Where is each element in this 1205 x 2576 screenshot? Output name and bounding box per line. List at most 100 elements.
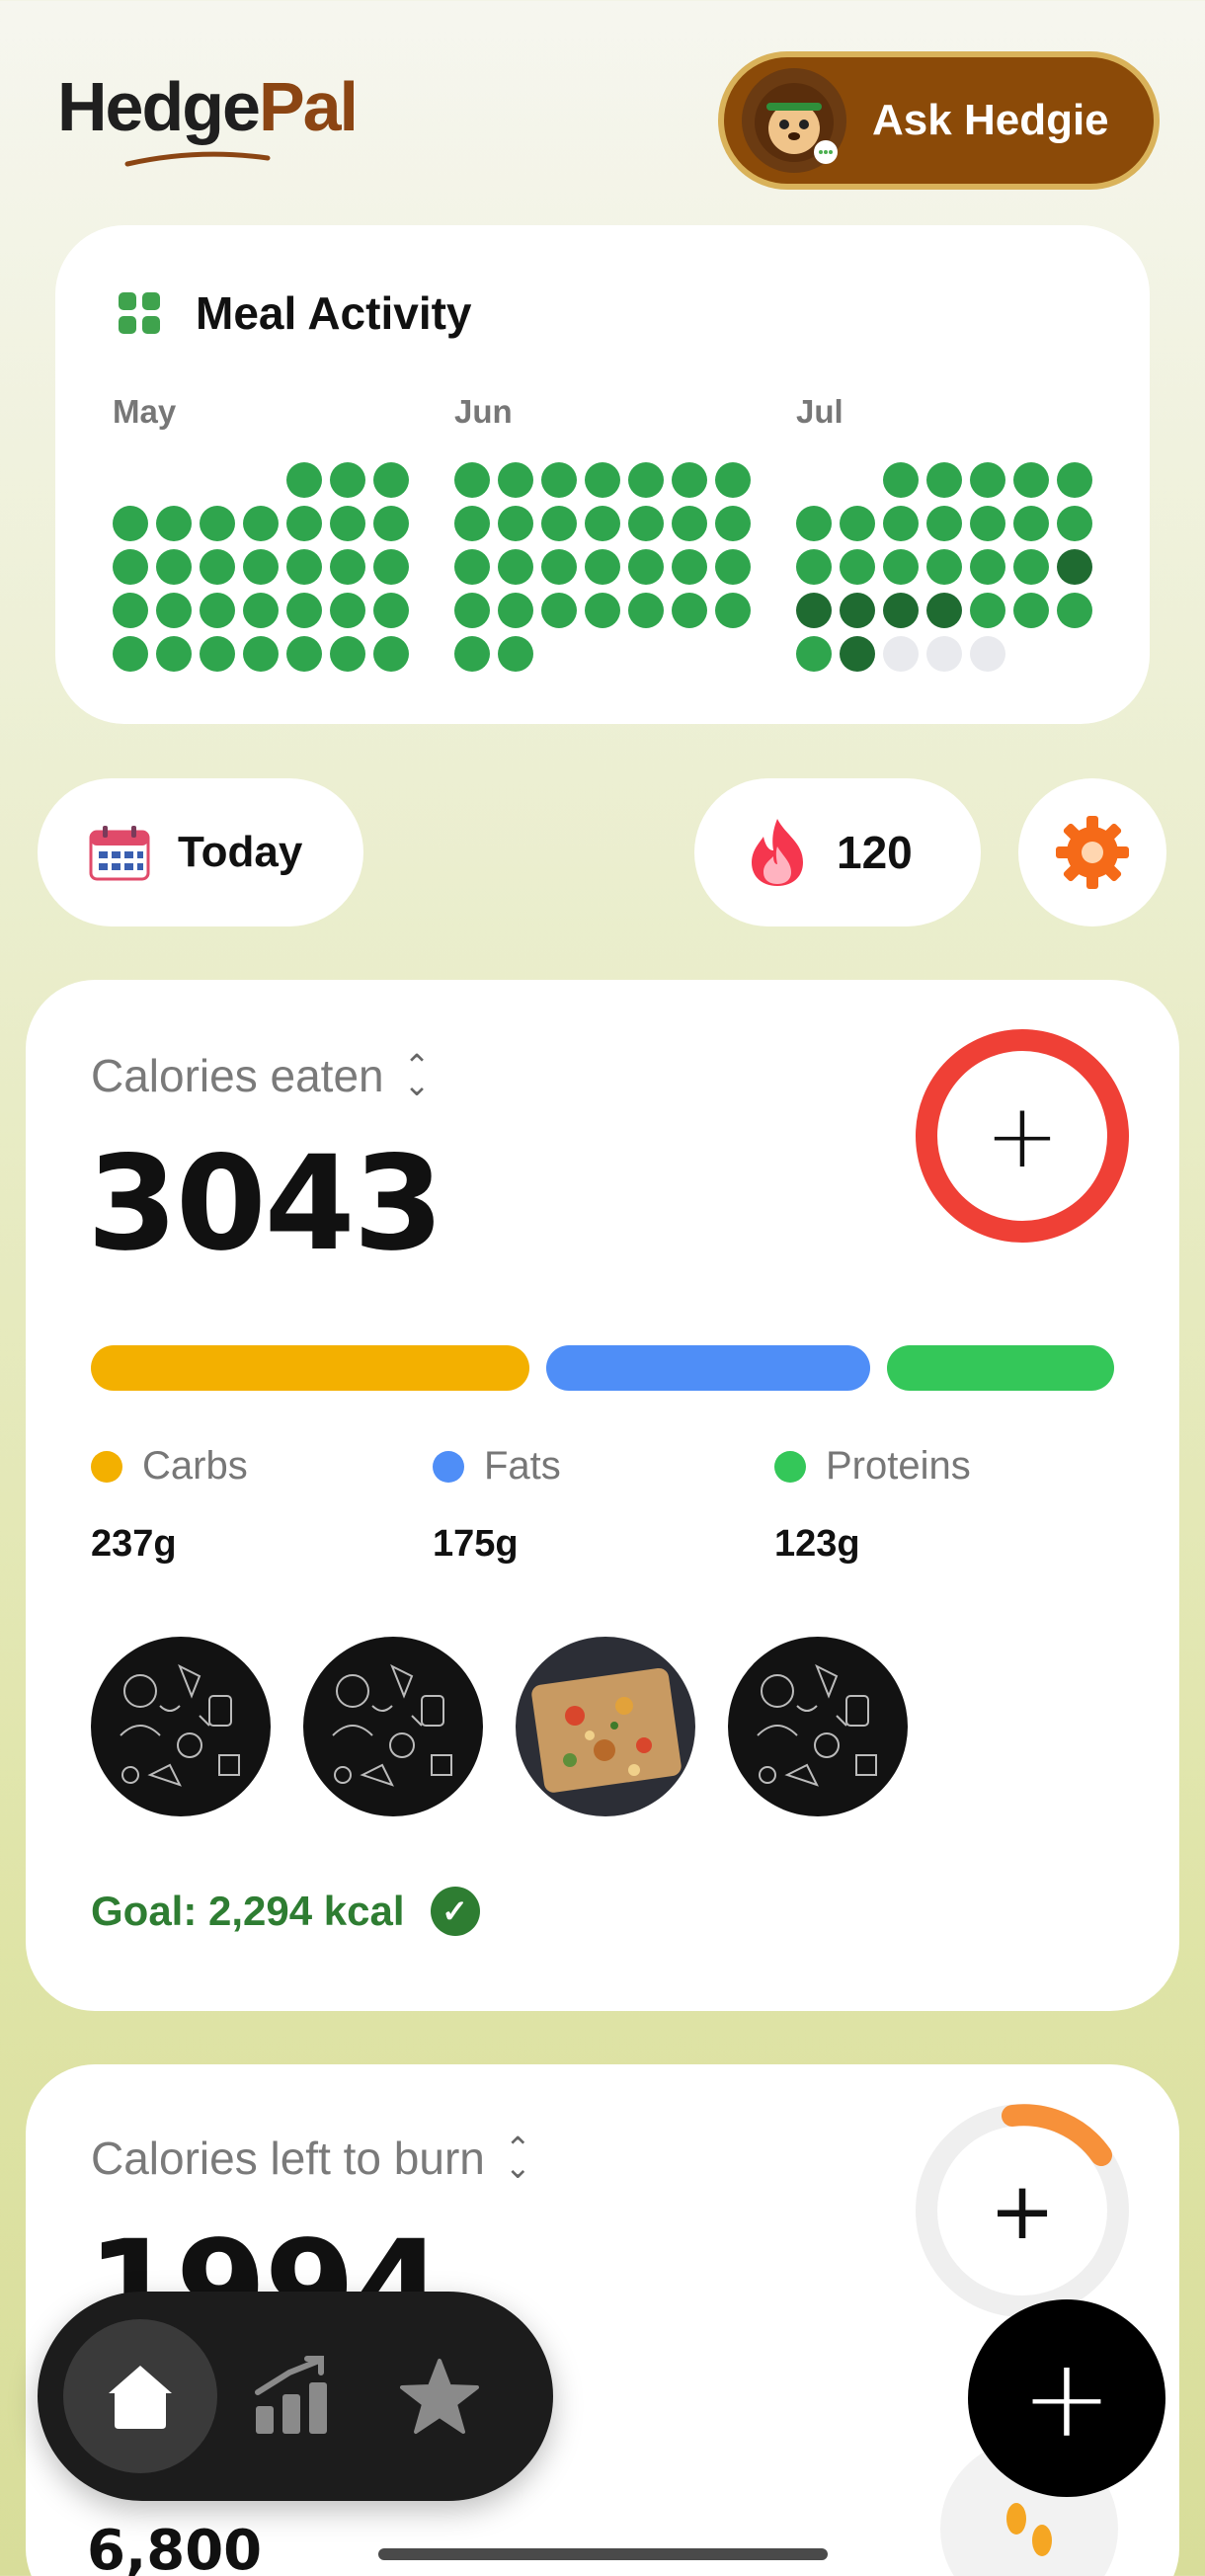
activity-day-dot (796, 593, 832, 628)
logo-text-part2: Pal (258, 68, 359, 145)
star-icon (400, 2359, 479, 2434)
steps-value: 6,800 (87, 2519, 263, 2576)
activity-day-dot (1057, 636, 1092, 672)
proteins-label: Proteins (826, 1444, 971, 1488)
fats-value: 175g (433, 1523, 519, 1565)
home-icon (109, 2366, 172, 2429)
sort-chevron-icon: ⌃ ⌄ (403, 1047, 431, 1102)
activity-day-dot (156, 506, 192, 541)
nav-progress-button[interactable] (217, 2319, 365, 2473)
fats-dot-icon (433, 1450, 464, 1483)
settings-button[interactable] (1018, 778, 1166, 926)
activity-day-dot (243, 549, 279, 585)
activity-day-dot (330, 462, 365, 498)
add-exercise-button[interactable]: + (916, 2104, 1129, 2317)
activity-day-dot (498, 593, 533, 628)
footprints-icon (1006, 2503, 1052, 2556)
date-selector-button[interactable]: Today (38, 778, 363, 926)
fats-bar (546, 1345, 870, 1391)
month-label-may: May (113, 393, 177, 430)
carbs-value: 237g (91, 1523, 177, 1565)
add-food-button[interactable]: + (916, 1029, 1129, 1243)
activity-day-dot (585, 593, 620, 628)
hedgehog-avatar-icon (742, 68, 846, 173)
activity-day-dot (113, 636, 148, 672)
sort-chevron-icon: ⌃ ⌄ (504, 2130, 531, 2185)
calories-eaten-toggle[interactable]: Calories eaten ⌃ ⌄ (91, 1049, 430, 1102)
activity-day-dot (200, 593, 235, 628)
proteins-bar (887, 1345, 1114, 1391)
activity-day-dot (454, 593, 490, 628)
activity-day-dot (970, 593, 1005, 628)
ask-hedgie-label: Ask Hedgie (872, 96, 1109, 144)
activity-day-dot (672, 462, 707, 498)
activity-day-dot (243, 593, 279, 628)
activity-day-dot (1057, 549, 1092, 585)
activity-day-dot (541, 549, 577, 585)
activity-day-dot (200, 506, 235, 541)
activity-day-dot (970, 506, 1005, 541)
food-doodle-icon (120, 1663, 240, 1787)
activity-day-dot (1013, 593, 1049, 628)
activity-day-dot (286, 506, 322, 541)
activity-day-dot (243, 462, 279, 498)
calories-burn-label: Calories left to burn (91, 2133, 485, 2184)
chart-icon (255, 2356, 327, 2434)
carbs-label: Carbs (142, 1444, 248, 1488)
activity-day-dot (498, 549, 533, 585)
pasta-dish-icon (531, 1667, 682, 1793)
activity-day-dot (1057, 506, 1092, 541)
app-logo: Hedge Pal (57, 67, 359, 146)
meal-thumbnail[interactable] (91, 1637, 271, 1816)
calorie-goal: Goal: 2,294 kcal ✓ (91, 1887, 480, 1936)
activity-day-dot (672, 549, 707, 585)
ask-hedgie-button[interactable]: Ask Hedgie (718, 51, 1160, 190)
activity-day-dot (330, 506, 365, 541)
activity-day-dot (498, 506, 533, 541)
quick-add-button[interactable]: + (968, 2299, 1165, 2497)
goal-text: Goal: 2,294 kcal (91, 1888, 405, 1934)
meal-photo[interactable] (516, 1637, 695, 1816)
nav-home-button[interactable] (63, 2319, 217, 2473)
activity-day-dot (672, 636, 707, 672)
activity-day-dot (628, 506, 664, 541)
progress-arc-icon (1002, 2104, 1112, 2166)
meal-thumbnail[interactable] (303, 1637, 483, 1816)
activity-day-dot (200, 549, 235, 585)
activity-day-dot (330, 593, 365, 628)
activity-day-dot (672, 506, 707, 541)
activity-day-dot (715, 506, 751, 541)
activity-day-dot (156, 549, 192, 585)
activity-day-dot (373, 462, 409, 498)
today-label: Today (178, 828, 303, 876)
calories-burn-toggle[interactable]: Calories left to burn ⌃ ⌄ (91, 2132, 531, 2185)
activity-day-dot (1057, 462, 1092, 498)
activity-day-dot (1057, 593, 1092, 628)
activity-day-dot (454, 549, 490, 585)
meal-thumbnail[interactable] (728, 1637, 908, 1816)
activity-day-dot (628, 636, 664, 672)
activity-day-dot (970, 462, 1005, 498)
activity-day-dot (628, 593, 664, 628)
logo-text-part1: Hedge (57, 68, 261, 145)
carbs-bar (91, 1345, 529, 1391)
plus-icon: + (985, 1084, 1060, 1188)
activity-day-dot (113, 462, 148, 498)
activity-day-dot (454, 636, 490, 672)
logo-swoosh-icon (124, 151, 271, 167)
month-label-jul: Jul (796, 393, 844, 430)
activity-day-dot (541, 506, 577, 541)
bottom-nav (38, 2292, 553, 2501)
streak-count: 120 (837, 827, 913, 878)
streak-button[interactable]: 120 (694, 778, 981, 926)
calories-eaten-value: 3043 (87, 1128, 443, 1280)
activity-day-dot (330, 636, 365, 672)
activity-day-dot (498, 636, 533, 672)
activity-day-dot (243, 506, 279, 541)
activity-day-dot (585, 506, 620, 541)
nav-favorites-button[interactable] (365, 2319, 514, 2473)
activity-day-dot (200, 462, 235, 498)
activity-grid-jul (796, 462, 1092, 672)
activity-day-dot (243, 636, 279, 672)
activity-day-dot (498, 462, 533, 498)
